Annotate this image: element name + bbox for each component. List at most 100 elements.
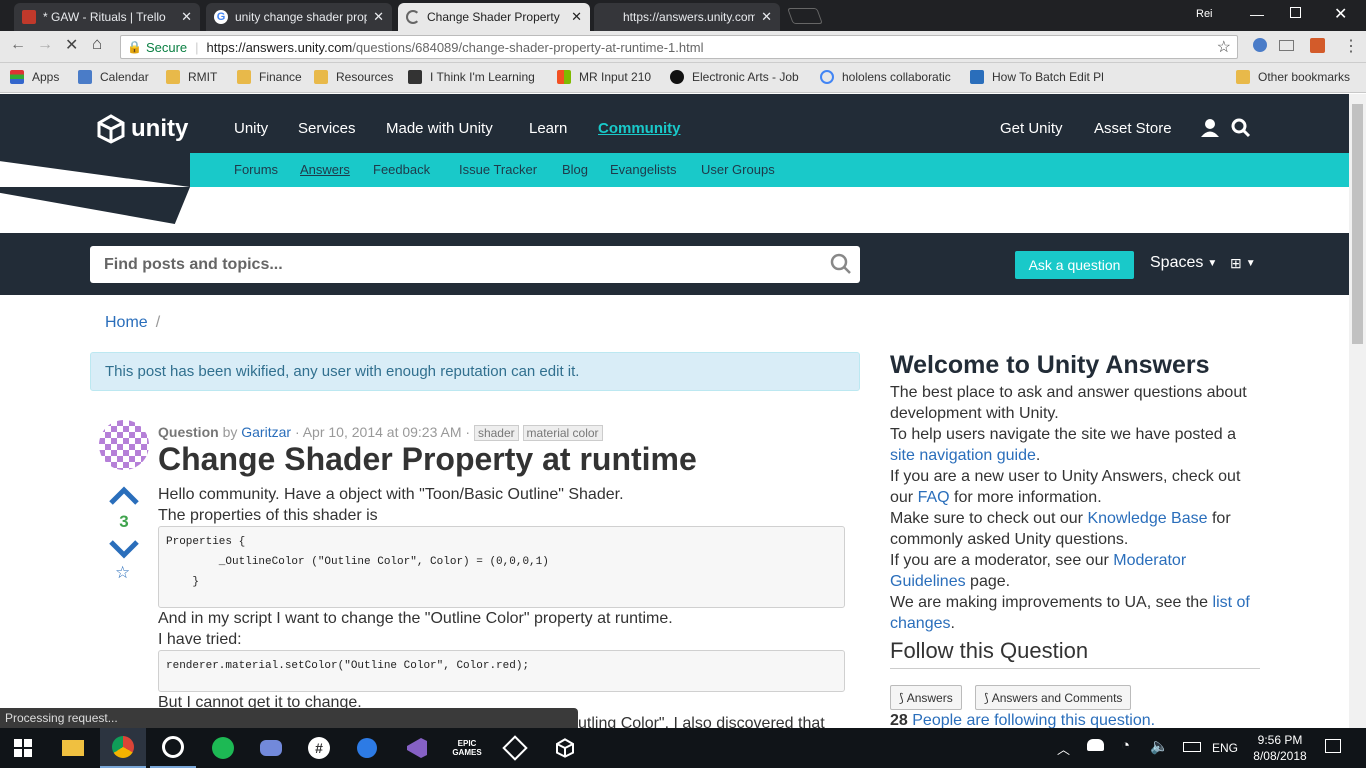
forward-icon[interactable]: → (37, 36, 53, 54)
bookmark-star-icon[interactable]: ☆ (1217, 37, 1231, 57)
subnav-evangelists[interactable]: Evangelists (610, 162, 676, 177)
welcome-p2: To help users navigate the site we have … (890, 426, 1236, 464)
taskbar-unity-hub[interactable] (492, 728, 538, 768)
taskbar-discord[interactable] (248, 728, 294, 768)
upvote-icon[interactable] (109, 486, 139, 506)
taskbar-maps[interactable] (344, 728, 390, 768)
nav-get-unity[interactable]: Get Unity (1000, 120, 1063, 137)
ask-question-button[interactable]: Ask a question (1015, 251, 1134, 279)
subnav-issue-tracker[interactable]: Issue Tracker (459, 162, 537, 177)
browser-tab-strip: * GAW - Rituals | Trello ✕ G unity chang… (0, 0, 1366, 31)
author-link[interactable]: Garitzar (241, 424, 291, 440)
subnav-feedback[interactable]: Feedback (373, 162, 430, 177)
taskbar-slack[interactable]: # (296, 728, 342, 768)
home-icon[interactable]: ⌂ (92, 34, 102, 54)
subnav-forums[interactable]: Forums (234, 162, 278, 177)
close-tab-icon[interactable]: ✕ (761, 9, 772, 25)
extension-globe-icon[interactable] (1253, 38, 1267, 52)
taskbar-unity[interactable] (542, 728, 588, 768)
faq-link[interactable]: FAQ (918, 489, 950, 506)
unity-logo[interactable]: unity (96, 114, 188, 144)
browser-tab[interactable]: https://answers.unity.com ✕ (594, 3, 780, 31)
cloud-icon[interactable] (1087, 739, 1104, 751)
bookmark-ea[interactable]: Electronic Arts - Job (670, 70, 799, 84)
follow-answers-comments-button[interactable]: ⟆ Answers and Comments (975, 685, 1132, 710)
battery-icon[interactable] (1183, 742, 1201, 752)
taskbar-spotify[interactable] (200, 728, 246, 768)
bookmark-learning[interactable]: I Think I'm Learning (408, 70, 535, 84)
bookmark-resources[interactable]: Resources (314, 70, 393, 84)
close-tab-icon[interactable]: ✕ (571, 9, 582, 25)
subnav-answers[interactable]: Answers (300, 162, 350, 177)
search-icon[interactable] (1231, 118, 1251, 138)
question-meta: Question by Garitzar · Apr 10, 2014 at 0… (158, 424, 603, 441)
downvote-icon[interactable] (109, 539, 139, 559)
tag-shader[interactable]: shader (473, 425, 519, 441)
follow-answers-button[interactable]: ⟆ Answers (890, 685, 962, 710)
avatar[interactable] (99, 420, 149, 470)
profile-name[interactable]: Rei (1196, 8, 1213, 20)
nav-made-with-unity[interactable]: Made with Unity (386, 120, 493, 137)
bookmark-other[interactable]: Other bookmarks (1236, 70, 1350, 84)
browser-tab[interactable]: * GAW - Rituals | Trello ✕ (14, 3, 200, 31)
scrollbar[interactable] (1349, 94, 1366, 728)
menu-icon[interactable]: ⋮ (1343, 36, 1359, 56)
breadcrumb-home[interactable]: Home (105, 314, 148, 332)
minimize-icon[interactable]: — (1250, 6, 1264, 22)
search-input[interactable]: Find posts and topics... (90, 246, 860, 283)
taskbar-app[interactable] (150, 728, 196, 768)
close-tab-icon[interactable]: ✕ (373, 9, 384, 25)
subnav-blog[interactable]: Blog (562, 162, 588, 177)
bookmark-apps[interactable]: Apps (10, 70, 59, 84)
notifications-icon[interactable] (1325, 739, 1341, 753)
url-bar[interactable]: 🔒 Secure | https://answers.unity.com/que… (120, 35, 1238, 59)
welcome-p6: We are making improvements to UA, see th… (890, 594, 1250, 632)
ea-icon (670, 70, 684, 84)
wifi-icon[interactable]: ◔ (1121, 737, 1130, 754)
close-tab-icon[interactable]: ✕ (181, 9, 192, 25)
language-indicator[interactable]: ENG (1212, 741, 1238, 755)
follow-title: Follow this Question (890, 638, 1260, 669)
taskbar-explorer[interactable] (50, 728, 96, 768)
page-icon (408, 70, 422, 84)
maximize-icon[interactable] (1290, 7, 1301, 18)
taskbar-visual-studio[interactable] (394, 728, 440, 768)
question-body-line: I have tried: (158, 631, 242, 648)
extension-mail-icon[interactable] (1279, 40, 1294, 51)
nav-unity[interactable]: Unity (234, 120, 268, 137)
tray-chevron-icon[interactable]: ︿ (1057, 739, 1070, 758)
nav-asset-store[interactable]: Asset Store (1094, 120, 1172, 137)
bookmark-rmit[interactable]: RMIT (166, 70, 217, 84)
browser-tab-active[interactable]: Change Shader Property ✕ (398, 3, 590, 31)
windows-icon (14, 739, 32, 757)
clock[interactable]: 9:56 PM 8/08/2018 (1248, 732, 1312, 764)
extension-icon[interactable] (1310, 38, 1325, 53)
volume-icon[interactable]: 🔈 (1150, 737, 1169, 755)
bookmark-finance[interactable]: Finance (237, 70, 302, 84)
bookmark-calendar[interactable]: Calendar (78, 70, 149, 84)
browser-tab[interactable]: G unity change shader prop ✕ (206, 3, 392, 31)
taskbar-chrome[interactable] (100, 728, 146, 768)
scrollbar-thumb[interactable] (1352, 104, 1363, 344)
close-window-icon[interactable]: ✕ (1334, 4, 1347, 24)
bookmark-batch-edit[interactable]: How To Batch Edit Pl (970, 70, 1104, 84)
user-icon[interactable] (1200, 118, 1220, 138)
nav-services[interactable]: Services (298, 120, 356, 137)
new-tab-button[interactable] (787, 8, 823, 24)
nav-guide-link[interactable]: site navigation guide (890, 447, 1036, 464)
favorite-star-icon[interactable]: ☆ (115, 563, 130, 583)
start-button[interactable] (0, 728, 46, 768)
taskbar-epic[interactable]: EPIC GAMES (444, 728, 490, 768)
bookmark-mr-input[interactable]: MR Input 210 (557, 70, 651, 84)
subnav-user-groups[interactable]: User Groups (701, 162, 775, 177)
sitemap-dropdown[interactable]: ⊞ ▼ (1230, 255, 1256, 272)
back-icon[interactable]: ← (10, 36, 26, 54)
search-icon[interactable] (830, 253, 852, 275)
stop-icon[interactable]: ✕ (65, 35, 78, 55)
knowledge-base-link[interactable]: Knowledge Base (1087, 510, 1207, 527)
nav-community[interactable]: Community (598, 120, 681, 137)
bookmark-hololens[interactable]: hololens collaboratic (820, 70, 951, 84)
nav-learn[interactable]: Learn (529, 120, 567, 137)
spaces-dropdown[interactable]: Spaces ▼ (1150, 254, 1217, 272)
tag-material-color[interactable]: material color (522, 425, 603, 441)
